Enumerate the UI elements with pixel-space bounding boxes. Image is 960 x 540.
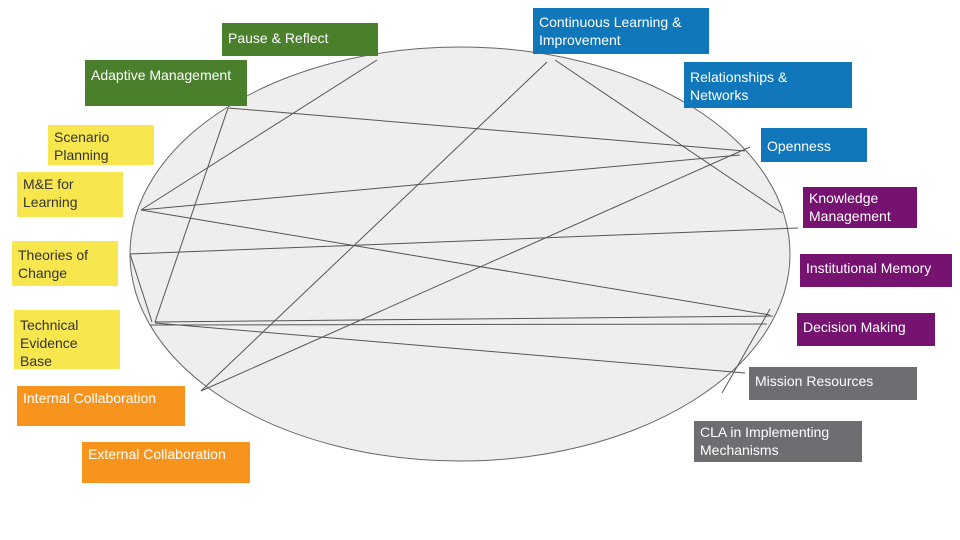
label-internal-collaboration: Internal Collaboration	[17, 386, 185, 426]
label-technical-evidence: Technical Evidence Base	[14, 310, 120, 369]
label-pause-reflect: Pause & Reflect	[222, 23, 378, 56]
label-relationships-networks: Relationships & Networks	[684, 62, 852, 108]
label-cla-mechanisms: CLA in Implementing Mechanisms	[694, 421, 862, 462]
label-me-learning: M&E for Learning	[17, 172, 123, 217]
label-scenario-planning: Scenario Planning	[48, 125, 154, 165]
label-external-collaboration: External Collaboration	[82, 442, 250, 483]
label-continuous-learning: Continuous Learning & Improvement	[533, 8, 709, 54]
central-ellipse	[129, 46, 791, 462]
label-adaptive-management: Adaptive Management	[85, 60, 247, 106]
label-mission-resources: Mission Resources	[749, 367, 917, 400]
label-theories-of-change: Theories of Change	[12, 241, 118, 286]
label-openness: Openness	[761, 128, 867, 162]
label-knowledge-management: Knowledge Management	[803, 187, 917, 228]
label-decision-making: Decision Making	[797, 313, 935, 346]
label-institutional-memory: Institutional Memory	[800, 254, 952, 287]
